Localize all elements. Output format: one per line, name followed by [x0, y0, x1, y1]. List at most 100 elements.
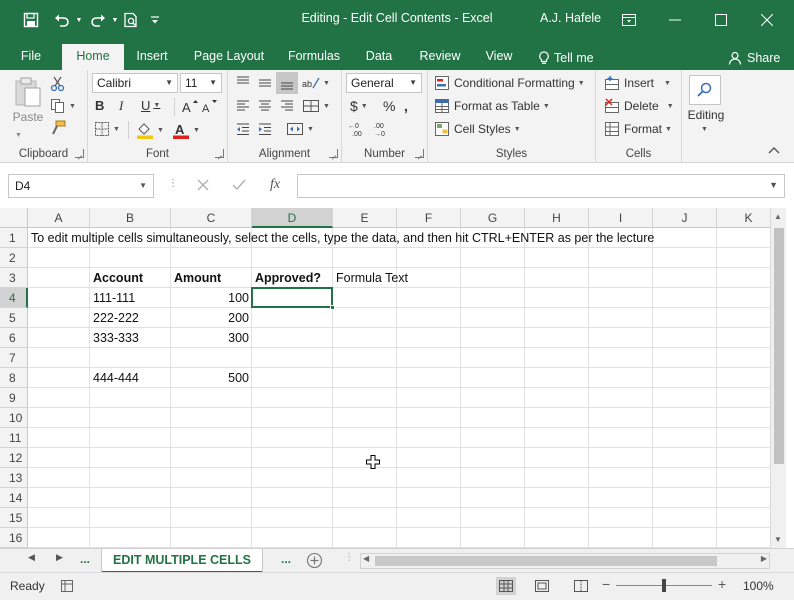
select-all-corner[interactable]	[0, 208, 28, 228]
increase-indent-icon[interactable]	[257, 121, 273, 137]
cell-c4[interactable]: 100	[171, 288, 252, 308]
cell-c3[interactable]: Amount	[171, 268, 224, 288]
number-format-dropdown[interactable]: General ▼	[346, 73, 422, 93]
tab-splitter-icon[interactable]: ⋮	[344, 552, 354, 563]
page-break-view-icon[interactable]	[574, 580, 588, 595]
align-right-icon[interactable]	[279, 98, 295, 114]
format-painter-icon[interactable]	[50, 120, 66, 136]
row-header-4[interactable]: 4	[0, 288, 28, 308]
cell-b4[interactable]: 111-111	[90, 288, 138, 308]
user-name[interactable]: A.J. Hafele	[540, 11, 601, 25]
collapse-ribbon-icon[interactable]	[768, 146, 780, 154]
row-header-2[interactable]: 2	[0, 248, 28, 268]
horizontal-scrollbar[interactable]: ◀ ▶	[360, 553, 770, 569]
cancel-entry-icon[interactable]	[196, 178, 210, 192]
font-launcher-icon[interactable]	[215, 149, 224, 158]
cell-e3[interactable]: Formula Text	[333, 268, 411, 288]
tab-view[interactable]: View	[476, 46, 522, 70]
save-icon[interactable]	[18, 8, 44, 32]
row-header-13[interactable]: 13	[0, 468, 28, 488]
row-header-5[interactable]: 5	[0, 308, 28, 328]
cut-icon[interactable]	[50, 76, 66, 92]
sheet-tab-edit-multiple-cells[interactable]: EDIT MULTIPLE CELLS	[102, 549, 262, 573]
top-align-icon[interactable]	[235, 75, 251, 91]
insert-function-icon[interactable]: fx	[270, 177, 280, 193]
cell-b5[interactable]: 222-222	[90, 308, 142, 328]
row-header-14[interactable]: 14	[0, 488, 28, 508]
tab-review[interactable]: Review	[412, 46, 468, 70]
new-sheet-icon[interactable]	[306, 552, 323, 572]
row-header-3[interactable]: 3	[0, 268, 28, 288]
insert-cells-button[interactable]: Insert ▼	[604, 75, 671, 91]
vertical-scrollbar[interactable]: ▲ ▼	[770, 208, 786, 548]
share-button[interactable]: Share	[728, 46, 786, 70]
cell-c5[interactable]: 200	[171, 308, 252, 328]
zoom-slider-thumb[interactable]	[662, 579, 666, 592]
macro-record-icon[interactable]	[60, 579, 74, 596]
worksheet-grid[interactable]: ABCDEFGHIJK 1 2 3 4 5 6 7 8 9 10 11 12 13 14 15 16 To e…	[0, 208, 794, 548]
cell-styles-button[interactable]: Cell Styles ▼	[434, 121, 521, 137]
align-center-icon[interactable]	[257, 98, 273, 114]
confirm-entry-icon[interactable]	[232, 178, 246, 192]
vertical-scroll-thumb[interactable]	[774, 228, 784, 464]
decrease-indent-icon[interactable]	[235, 121, 251, 137]
italic-button[interactable]: I	[119, 98, 123, 114]
fill-color-icon[interactable]: ▼	[136, 121, 164, 139]
orientation-icon[interactable]: ab ▼	[302, 75, 330, 91]
row-header-10[interactable]: 10	[0, 408, 28, 428]
decrease-decimal-icon[interactable]: .00 →0	[372, 121, 392, 137]
font-size-dropdown[interactable]: 11 ▼	[180, 73, 222, 93]
tab-insert[interactable]: Insert	[128, 46, 176, 70]
underline-button[interactable]: U ▼	[141, 98, 160, 113]
increase-decimal-icon[interactable]: ←0.00	[348, 121, 368, 137]
clipboard-launcher-icon[interactable]	[75, 149, 84, 158]
scroll-up-icon[interactable]: ▲	[774, 212, 782, 221]
redo-dropdown-icon[interactable]: ▼	[110, 8, 120, 32]
column-header-d[interactable]: D	[252, 208, 333, 228]
tell-me-box[interactable]: Tell me	[538, 46, 604, 70]
ribbon-display-options-icon[interactable]	[606, 0, 652, 40]
active-cell-border[interactable]	[251, 287, 335, 310]
maximize-button[interactable]	[698, 0, 744, 40]
tab-file[interactable]: File	[10, 46, 52, 70]
cell-b8[interactable]: 444-444	[90, 368, 142, 388]
column-header-j[interactable]: J	[653, 208, 717, 228]
cell-b6[interactable]: 333-333	[90, 328, 142, 348]
zoom-level[interactable]: 100%	[743, 579, 774, 593]
merge-center-icon[interactable]: ▼	[286, 121, 314, 137]
format-as-table-button[interactable]: Format as Table ▼	[434, 98, 550, 114]
percent-style-button[interactable]: %	[383, 98, 395, 114]
tab-formulas[interactable]: Formulas	[282, 46, 346, 70]
row-header-1[interactable]: 1	[0, 228, 28, 248]
cell-c6[interactable]: 300	[171, 328, 252, 348]
column-header-f[interactable]: F	[397, 208, 461, 228]
font-name-dropdown[interactable]: Calibri ▼	[92, 73, 178, 93]
tab-page-layout[interactable]: Page Layout	[186, 46, 272, 70]
customize-toolbar-icon[interactable]	[148, 8, 162, 32]
row-header-12[interactable]: 12	[0, 448, 28, 468]
paste-dropdown-icon[interactable]: ▼	[15, 132, 22, 139]
tab-data[interactable]: Data	[356, 46, 402, 70]
alignment-launcher-icon[interactable]	[329, 149, 338, 158]
cell-d3[interactable]: Approved?	[252, 268, 324, 288]
row-header-7[interactable]: 7	[0, 348, 28, 368]
fill-handle[interactable]	[330, 305, 335, 310]
row-header-11[interactable]: 11	[0, 428, 28, 448]
middle-align-icon[interactable]	[257, 75, 273, 91]
prev-sheet-icon[interactable]: ◀	[28, 552, 35, 563]
conditional-formatting-button[interactable]: Conditional Formatting ▼	[434, 75, 585, 91]
next-sheet-icon[interactable]: ▶	[56, 552, 63, 563]
decrease-font-size-icon[interactable]: A	[202, 98, 218, 114]
comma-style-icon[interactable]: ,	[404, 98, 408, 114]
column-header-h[interactable]: H	[525, 208, 589, 228]
editing-group[interactable]: Editing ▼	[682, 70, 730, 163]
paste-button[interactable]: Paste	[10, 76, 46, 130]
column-header-i[interactable]: I	[589, 208, 653, 228]
increase-font-size-icon[interactable]: A	[182, 98, 198, 114]
formula-input[interactable]: ▼	[297, 174, 785, 198]
row-header-16[interactable]: 16	[0, 528, 28, 548]
align-left-icon[interactable]	[235, 98, 251, 114]
bold-button[interactable]: B	[95, 98, 104, 113]
row-header-6[interactable]: 6	[0, 328, 28, 348]
close-button[interactable]	[744, 0, 790, 40]
